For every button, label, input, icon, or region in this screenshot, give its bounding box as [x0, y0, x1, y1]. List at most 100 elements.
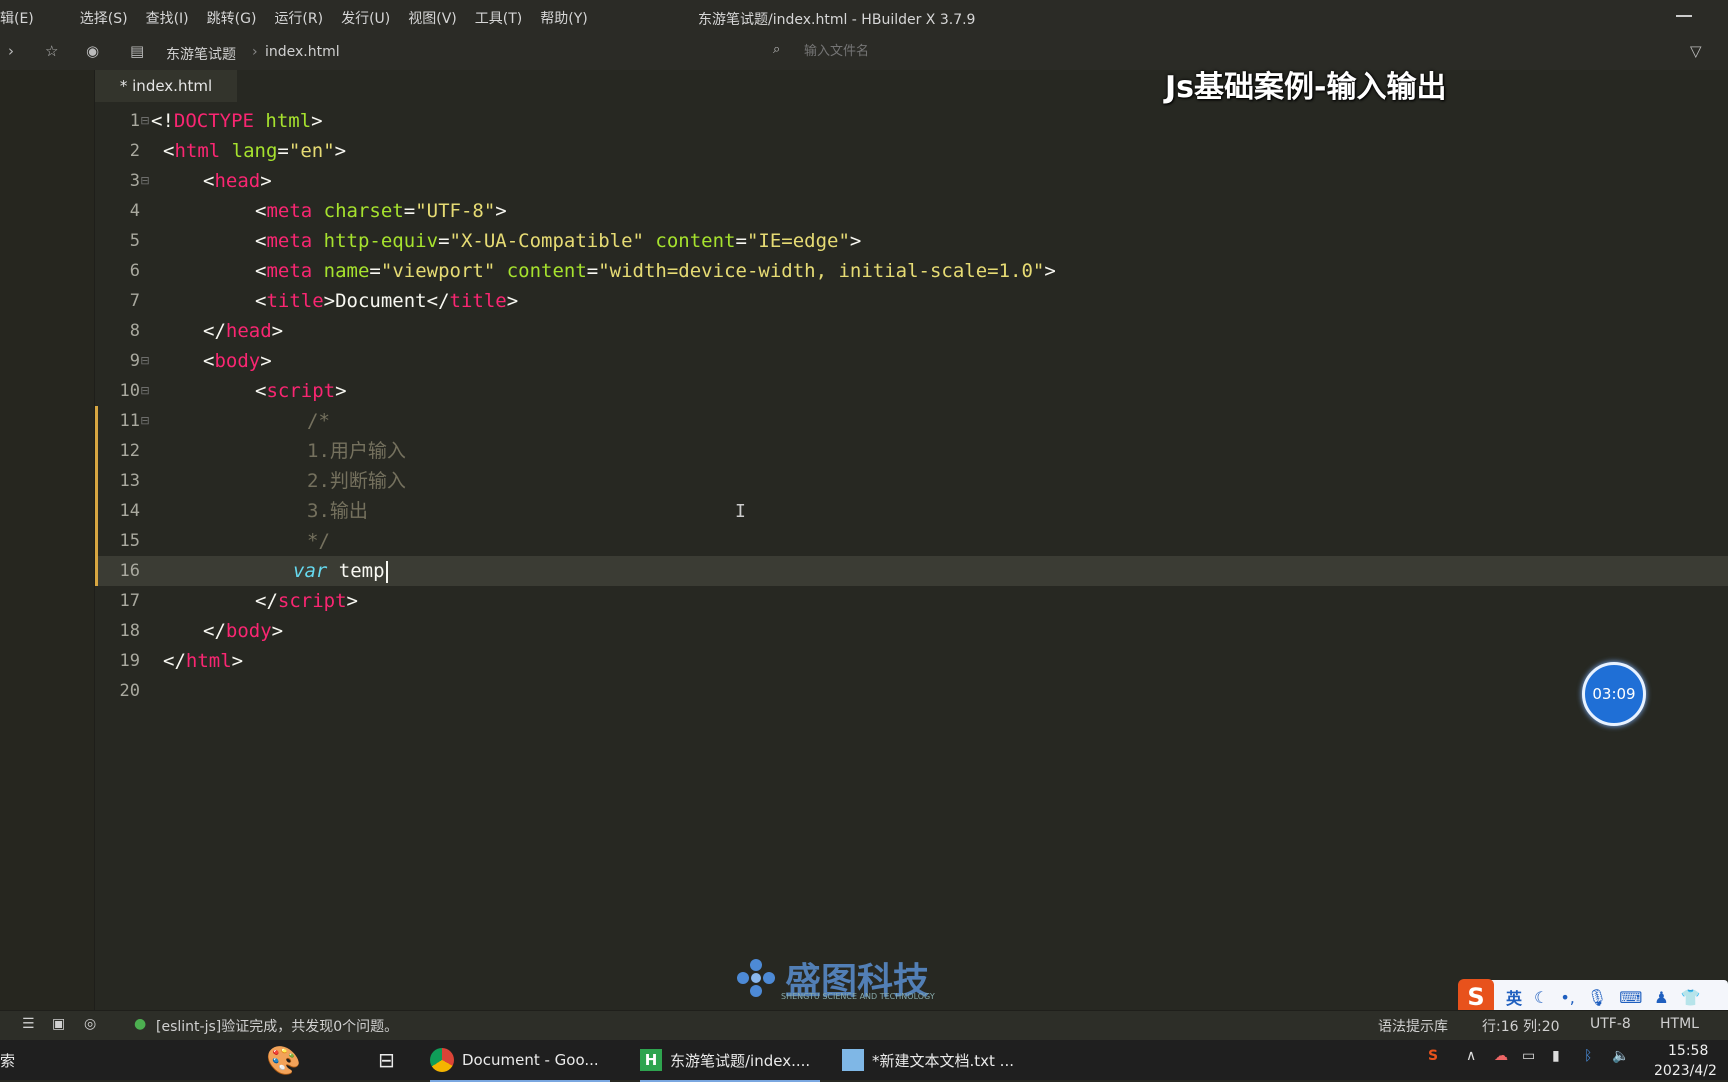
terminal-icon[interactable]: ▣	[52, 1016, 65, 1032]
star-icon[interactable]: ☆	[45, 42, 58, 60]
code-line: 13 2.判断输入	[95, 466, 1728, 496]
current-code-line: 16 var temp	[95, 556, 1728, 586]
folder-icon: ▤	[130, 42, 145, 60]
line-number: 16	[119, 561, 140, 581]
fold-icon[interactable]: ⊟	[139, 166, 151, 196]
code-line: 1 ⊟ <!DOCTYPE html>	[95, 106, 1728, 136]
task-view-icon[interactable]: ⊟	[378, 1040, 395, 1080]
line-number: 6	[129, 261, 140, 281]
taskbar-hbuilder[interactable]: H 东游笔试题/index....	[640, 1040, 820, 1082]
breadcrumb-project[interactable]: 东游笔试题	[166, 44, 236, 64]
fold-icon[interactable]: ⊟	[139, 406, 151, 436]
watermark: 盛图科技 SHENGTU SCIENCE AND TECHNOLOGY	[733, 952, 935, 1004]
code-text: /*	[307, 410, 330, 432]
chevron-up-icon[interactable]: ∧	[1466, 1048, 1476, 1064]
text-cursor	[385, 560, 388, 583]
user-icon[interactable]: ♟	[1654, 988, 1668, 1007]
code-text: </body>	[203, 620, 284, 642]
hbuilder-icon: H	[640, 1049, 662, 1071]
file-search-input[interactable]	[802, 43, 1406, 60]
code-line: 7 <title>Document</title>	[95, 286, 1728, 316]
menu-goto[interactable]: 跳转(G)	[207, 8, 257, 28]
line-number: 13	[119, 471, 140, 491]
microphone-icon[interactable]: 🎙	[1587, 988, 1607, 1007]
cloud-icon[interactable]: ☁	[1494, 1048, 1508, 1064]
menu-edit[interactable]: 辑(E)	[0, 8, 34, 28]
file-encoding[interactable]: UTF-8	[1590, 1016, 1631, 1032]
code-line: 2 <html lang="en">	[95, 136, 1728, 166]
punctuation-icon[interactable]: •,	[1560, 988, 1575, 1007]
filter-icon[interactable]: ▽	[1690, 42, 1702, 60]
file-language[interactable]: HTML	[1660, 1016, 1699, 1032]
code-text: <!DOCTYPE html>	[151, 110, 323, 132]
chevron-right-icon[interactable]: ›	[8, 42, 14, 60]
code-line: 19 </html>	[95, 646, 1728, 676]
code-text: <head>	[203, 170, 272, 192]
menu-run[interactable]: 运行(R)	[274, 8, 323, 28]
tab-index-html[interactable]: * index.html	[95, 70, 237, 102]
menu-find[interactable]: 查找(I)	[146, 8, 189, 28]
code-line: 11 ⊟ /*	[95, 406, 1728, 436]
line-number: 3	[129, 171, 140, 191]
minimize-icon[interactable]	[1676, 15, 1692, 17]
fold-icon[interactable]: ⊟	[139, 376, 151, 406]
menu-view[interactable]: 视图(V)	[408, 8, 457, 28]
code-line: 20	[95, 676, 1728, 706]
moon-icon[interactable]: ☾	[1534, 988, 1548, 1007]
menu-publish[interactable]: 发行(U)	[341, 8, 390, 28]
menu-tools[interactable]: 工具(T)	[475, 8, 522, 28]
timer-text: 03:09	[1592, 685, 1636, 703]
battery-icon[interactable]: ▮	[1552, 1048, 1560, 1064]
taskbar-art-icon[interactable]: 🎨	[266, 1040, 301, 1080]
ime-language[interactable]: 英	[1506, 985, 1522, 1009]
play-icon[interactable]: ◉	[86, 42, 99, 60]
code-line: 10 ⊟ <script>	[95, 376, 1728, 406]
syntax-hint-library[interactable]: 语法提示库	[1378, 1016, 1448, 1036]
taskbar-chrome[interactable]: Document - Goo...	[430, 1040, 610, 1082]
taskbar-search-fragment[interactable]: 索	[0, 1040, 15, 1080]
line-number: 18	[119, 621, 140, 641]
list-icon[interactable]: ☰	[22, 1016, 35, 1032]
breadcrumb-file[interactable]: index.html	[265, 44, 340, 60]
lint-message[interactable]: [eslint-js]验证完成，共发现0个问题。	[156, 1016, 398, 1036]
clock-time[interactable]: 15:58	[1668, 1043, 1708, 1059]
line-number: 9	[129, 351, 140, 371]
fold-icon[interactable]: ⊟	[139, 106, 151, 136]
taskbar-notepad[interactable]: *新建文本文档.txt ...	[842, 1040, 1022, 1080]
menu-help[interactable]: 帮助(Y)	[540, 8, 587, 28]
sidebar	[0, 70, 95, 1010]
network-icon[interactable]: ▭	[1522, 1048, 1535, 1064]
video-overlay-title: Js基础案例-输入输出	[1165, 70, 1447, 105]
ime-toolbar[interactable]: S 英 ☾ •, 🎙 ⌨ ♟ 👕	[1458, 979, 1728, 1015]
code-text: 1.用户输入	[307, 440, 406, 462]
code-text: <html lang="en">	[163, 140, 347, 162]
cursor-position[interactable]: 行:16 列:20	[1482, 1016, 1560, 1036]
code-editor[interactable]: 1 ⊟ <!DOCTYPE html> 2 <html lang="en"> 3…	[95, 106, 1728, 1006]
code-text: <meta charset="UTF-8">	[255, 200, 507, 222]
sogou-tray-icon[interactable]: S	[1428, 1048, 1438, 1064]
line-number: 2	[129, 141, 140, 161]
clock-date[interactable]: 2023/4/2	[1654, 1063, 1717, 1079]
menu-select[interactable]: 选择(S)	[80, 8, 128, 28]
line-number: 19	[119, 651, 140, 671]
code-line: 18 </body>	[95, 616, 1728, 646]
bluetooth-icon[interactable]: ᛒ	[1584, 1048, 1592, 1064]
recording-timer[interactable]: 03:09	[1582, 662, 1646, 726]
keyboard-icon[interactable]: ⌨	[1619, 988, 1642, 1007]
code-text: </head>	[203, 320, 284, 342]
shirt-icon[interactable]: 👕	[1681, 988, 1701, 1007]
tab-label: * index.html	[119, 77, 213, 95]
breadcrumb-separator-icon: ›	[252, 44, 258, 60]
fold-icon[interactable]: ⊟	[139, 346, 151, 376]
code-line: 8 </head>	[95, 316, 1728, 346]
code-line: 14 3.输出	[95, 496, 1728, 526]
code-text: <title>Document</title>	[255, 290, 519, 312]
volume-icon[interactable]: 🔈	[1612, 1048, 1629, 1064]
chrome-icon	[430, 1048, 454, 1072]
watermark-subtitle: SHENGTU SCIENCE AND TECHNOLOGY	[781, 992, 935, 1001]
code-line: 15 */	[95, 526, 1728, 556]
line-number: 7	[129, 291, 140, 311]
globe-icon[interactable]: ◎	[84, 1016, 96, 1032]
file-search-icon: ⌕	[773, 42, 781, 57]
code-text: <body>	[203, 350, 272, 372]
